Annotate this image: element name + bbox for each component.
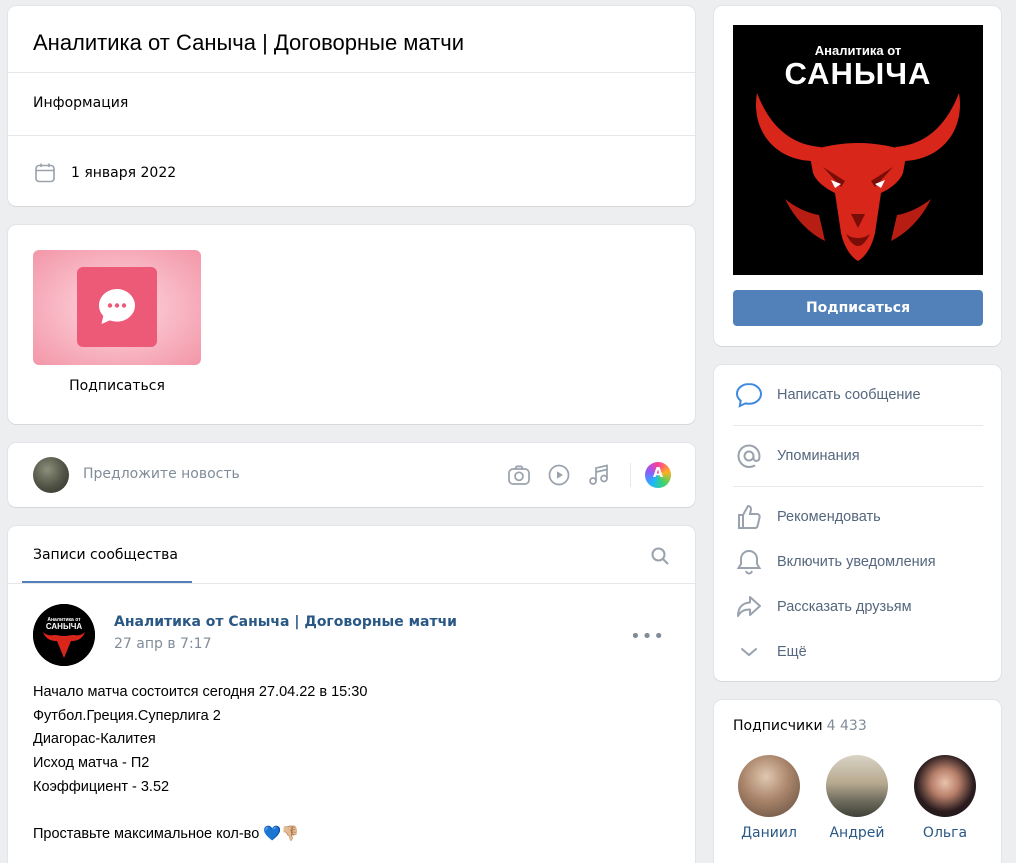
more-action[interactable]: Ещё: [733, 636, 807, 668]
action-label: Ещё: [777, 644, 807, 660]
subscriber-item[interactable]: Ольга: [910, 755, 980, 841]
subscriber-item[interactable]: Даниил: [734, 755, 804, 841]
action-label: Написать сообщение: [777, 387, 921, 403]
cover-title-line2: САНЫЧА: [784, 56, 932, 91]
chat-tile-square: [77, 267, 157, 347]
founded-date: 1 января 2022: [71, 165, 177, 181]
message-icon: [735, 382, 763, 408]
info-tab[interactable]: Информация: [33, 95, 128, 111]
divider: [8, 583, 695, 584]
divider: [8, 135, 695, 136]
action-label: Включить уведомления: [777, 554, 936, 570]
community-info-card: Аналитика от Саныча | Договорные матчи И…: [8, 6, 695, 206]
divider: [8, 72, 695, 73]
write-message-action[interactable]: Написать сообщение: [733, 379, 921, 411]
camera-icon[interactable]: [506, 462, 532, 488]
bull-logo-icon: [756, 93, 960, 261]
subscribers-card: Подписчики 4 433 Даниил Андрей Ольга: [714, 700, 1001, 863]
enable-notifications-action[interactable]: Включить уведомления: [733, 546, 936, 578]
date-row: 1 января 2022: [33, 161, 176, 185]
community-cover-card: Аналитика от САНЫЧА Подписаться: [714, 6, 1001, 346]
search-icon[interactable]: [650, 546, 670, 566]
suggest-news-card: Предложите новость A: [8, 443, 695, 507]
chat-widget-card: Подписаться: [8, 225, 695, 424]
post-line: Проставьте максимальное кол-во 💙👎🏼: [33, 825, 300, 842]
bell-icon: [736, 549, 762, 575]
share-action[interactable]: Рассказать друзьям: [733, 591, 912, 623]
post-line: Начало матча состоится сегодня 27.04.22 …: [33, 684, 368, 700]
mentions-action[interactable]: Упоминания: [733, 440, 860, 472]
avatar[interactable]: [914, 755, 976, 817]
calendar-icon: [35, 163, 55, 183]
avatar-ai-icon[interactable]: A: [645, 462, 671, 488]
attachment-toolbar: A: [492, 462, 671, 488]
suggest-news-input[interactable]: Предложите новость: [83, 466, 240, 482]
chat-tile-label[interactable]: Подписаться: [33, 378, 201, 394]
divider: [733, 425, 983, 426]
subscriber-name[interactable]: Андрей: [822, 825, 892, 841]
action-label: Упоминания: [777, 448, 860, 464]
share-icon: [737, 596, 761, 617]
chat-bubble-icon: [99, 289, 135, 324]
post-line: Коэффициент - 3.52: [33, 778, 170, 795]
music-icon[interactable]: [586, 462, 612, 488]
post-line: Диагорас-Калитея: [33, 731, 156, 748]
subscribers-heading[interactable]: Подписчики 4 433: [733, 718, 867, 734]
tab-community-posts[interactable]: Записи сообщества: [33, 547, 178, 563]
community-cover-image[interactable]: Аналитика от САНЫЧА: [733, 25, 983, 275]
subscribe-button[interactable]: Подписаться: [733, 290, 983, 326]
more-options-icon[interactable]: •••: [630, 626, 665, 647]
subscribers-label: Подписчики: [733, 718, 823, 734]
post-line: Футбол.Греция.Суперлига 2: [33, 707, 221, 724]
page-title: Аналитика от Саныча | Договорные матчи: [33, 30, 464, 55]
chat-tile[interactable]: [33, 250, 201, 365]
video-icon[interactable]: [546, 462, 572, 488]
avatar[interactable]: [826, 755, 888, 817]
subscriber-item[interactable]: Андрей: [822, 755, 892, 841]
subscribers-count: 4 433: [826, 718, 867, 734]
chevron-down-icon: [741, 648, 757, 657]
subscriber-name[interactable]: Ольга: [910, 825, 980, 841]
divider: [733, 486, 983, 487]
post-author-avatar[interactable]: Аналитика от САНЫЧА: [33, 604, 95, 666]
subscriber-name[interactable]: Даниил: [734, 825, 804, 841]
post-text: Начало матча состоится сегодня 27.04.22 …: [33, 681, 367, 846]
recommend-action[interactable]: Рекомендовать: [733, 501, 881, 533]
post-line: Исход матча - П2: [33, 755, 150, 772]
post-author-name[interactable]: Аналитика от Саныча | Договорные матчи: [114, 614, 457, 630]
action-label: Рекомендовать: [777, 509, 881, 525]
action-label: Рассказать друзьям: [777, 599, 912, 615]
divider: [630, 463, 631, 487]
svg-text:САНЫЧА: САНЫЧА: [46, 622, 83, 631]
post-timestamp[interactable]: 27 апр в 7:17: [114, 636, 211, 652]
at-icon: [737, 444, 761, 469]
community-actions-card: Написать сообщение Упоминания Рекомендов…: [714, 365, 1001, 681]
avatar[interactable]: [33, 457, 69, 493]
bull-logo-icon: Аналитика от САНЫЧА: [33, 604, 95, 666]
avatar[interactable]: [738, 755, 800, 817]
community-posts-card: Записи сообщества Аналитика от САНЫЧА Ан…: [8, 526, 695, 863]
thumbs-up-icon: [738, 504, 761, 529]
